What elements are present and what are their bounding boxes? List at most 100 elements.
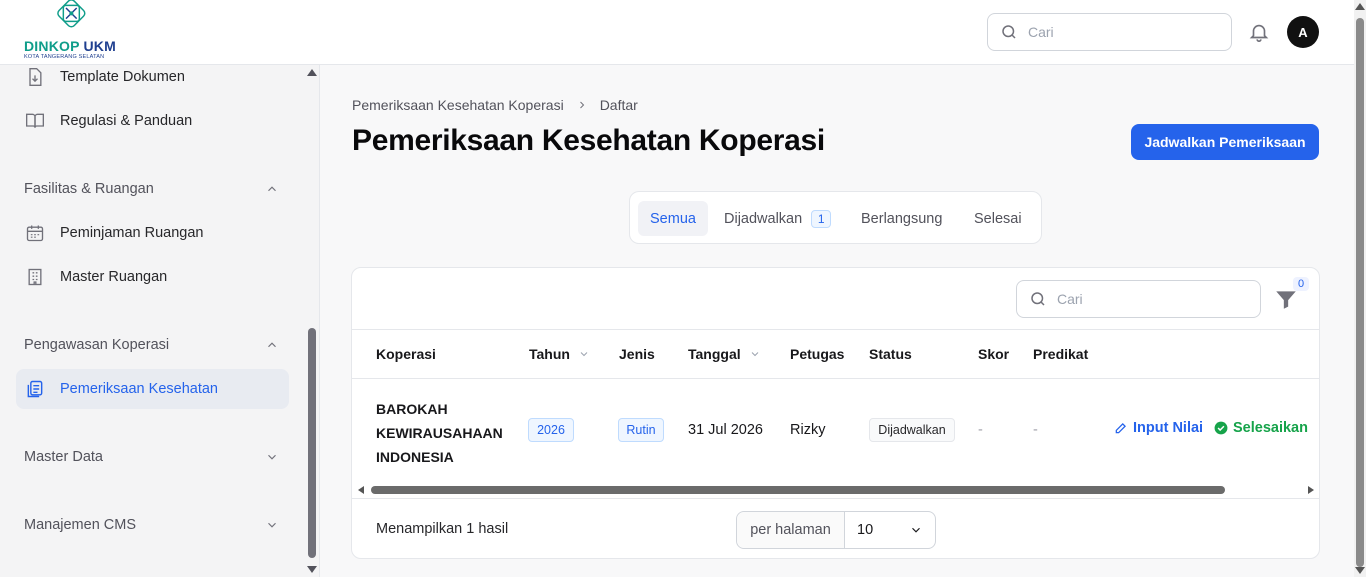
tab-label: Semua xyxy=(650,210,696,227)
table-horizontal-scrollbar[interactable] xyxy=(352,483,1319,497)
edit-icon xyxy=(1115,423,1126,434)
tab-count-badge: 1 xyxy=(811,209,832,228)
search-icon xyxy=(1031,292,1045,306)
column-header-label: Jenis xyxy=(619,346,655,362)
column-header-label: Tanggal xyxy=(688,346,741,362)
breadcrumb: Pemeriksaan Kesehatan Koperasi Daftar xyxy=(352,97,638,113)
sidebar-scroll-up-arrow[interactable] xyxy=(307,69,317,76)
tab-label: Berlangsung xyxy=(861,210,943,227)
inspection-table-card: 0 Koperasi Tahun Jenis Tanggal Petugas S… xyxy=(351,267,1320,559)
page-scroll-up-arrow[interactable] xyxy=(1355,3,1365,10)
status-tabs: Semua Dijadwalkan 1 Berlangsung Selesai xyxy=(629,191,1042,244)
table-header: Koperasi Tahun Jenis Tanggal Petugas Sta… xyxy=(352,329,1319,379)
chevron-up-icon xyxy=(268,342,276,348)
column-header-label: Tahun xyxy=(529,346,570,362)
schedule-inspection-button[interactable]: Jadwalkan Pemeriksaan xyxy=(1131,124,1319,160)
sidebar-item-label: Regulasi & Panduan xyxy=(60,113,193,129)
tab-selesai[interactable]: Selesai xyxy=(962,201,1034,236)
sidebar-group-label: Manajemen CMS xyxy=(24,517,137,533)
bell-icon[interactable] xyxy=(1248,21,1270,43)
sidebar-item-label: Peminjaman Ruangan xyxy=(60,225,204,241)
cell-predikat: - xyxy=(1033,422,1038,438)
finish-label: Selesaikan xyxy=(1233,420,1308,436)
page-scrollbar-thumb[interactable] xyxy=(1356,18,1364,567)
scroll-right-arrow[interactable] xyxy=(1308,486,1314,494)
search-icon xyxy=(1002,25,1016,39)
tab-berlangsung[interactable]: Berlangsung xyxy=(849,201,954,236)
column-header-tanggal[interactable]: Tanggal xyxy=(688,346,761,362)
sidebar-item-master-ruangan[interactable]: Master Ruangan xyxy=(16,257,289,297)
tab-semua[interactable]: Semua xyxy=(638,201,708,236)
sidebar-item-template-dokumen[interactable]: Template Dokumen xyxy=(16,57,289,97)
global-search[interactable] xyxy=(987,13,1232,51)
column-header-skor: Skor xyxy=(978,346,1009,362)
sidebar-item-regulasi-panduan[interactable]: Regulasi & Panduan xyxy=(16,101,289,141)
type-badge: Rutin xyxy=(618,418,664,442)
per-page-label: per halaman xyxy=(737,512,845,548)
column-header-status: Status xyxy=(869,346,912,362)
sidebar-scrollbar-thumb[interactable] xyxy=(308,328,316,558)
file-download-icon xyxy=(24,66,46,88)
input-score-button[interactable]: Input Nilai xyxy=(1114,420,1203,436)
filter-count-badge: 0 xyxy=(1293,277,1309,291)
page-title: Pemeriksaan Kesehatan Koperasi xyxy=(352,124,825,157)
table-search-input[interactable] xyxy=(1057,291,1237,307)
year-badge: 2026 xyxy=(528,418,574,442)
table-search[interactable] xyxy=(1016,280,1261,318)
page-scroll-down-arrow[interactable] xyxy=(1355,567,1365,574)
column-header-petugas: Petugas xyxy=(790,346,844,362)
page-scrollbar[interactable] xyxy=(1354,0,1366,577)
calendar-icon xyxy=(24,222,46,244)
sidebar-group-master-data[interactable]: Master Data xyxy=(24,449,279,465)
sidebar-item-pemeriksaan-kesehatan[interactable]: Pemeriksaan Kesehatan xyxy=(16,369,289,409)
per-page-value: 10 xyxy=(857,522,874,538)
sort-chevron-icon xyxy=(751,352,758,357)
avatar[interactable]: A xyxy=(1287,16,1319,48)
tab-dijadwalkan[interactable]: Dijadwalkan 1 xyxy=(712,201,843,236)
sidebar-group-pengawasan[interactable]: Pengawasan Koperasi xyxy=(24,337,279,353)
table-row: BAROKAH KEWIRAUSAHAAN INDONESIA 2026 Rut… xyxy=(352,379,1319,483)
cell-koperasi: BAROKAH KEWIRAUSAHAAN INDONESIA xyxy=(376,401,503,465)
brand-name: DINKOP UKM xyxy=(24,38,116,54)
chevron-down-icon xyxy=(268,454,276,460)
sidebar-group-label: Pengawasan Koperasi xyxy=(24,337,170,353)
chevron-up-icon xyxy=(268,186,276,192)
cell-skor: - xyxy=(978,422,983,438)
building-icon xyxy=(24,266,46,288)
horizontal-scrollbar-thumb[interactable] xyxy=(371,486,1225,494)
column-header-label: Skor xyxy=(978,346,1010,362)
sidebar-group-fasilitas[interactable]: Fasilitas & Ruangan xyxy=(24,181,279,197)
sidebar-scroll-down-arrow[interactable] xyxy=(307,566,317,573)
sidebar-item-label: Master Ruangan xyxy=(60,269,168,285)
result-count-text: Menampilkan 1 hasil xyxy=(376,521,509,537)
sort-chevron-icon xyxy=(580,352,588,357)
cell-petugas: Rizky xyxy=(790,422,826,438)
column-header-label: Status xyxy=(869,346,912,362)
per-page-select[interactable]: per halaman 10 xyxy=(736,511,936,549)
check-circle-icon xyxy=(1214,421,1228,435)
finish-button[interactable]: Selesaikan xyxy=(1214,420,1308,436)
sidebar: Template Dokumen Regulasi & Panduan Fasi… xyxy=(0,65,320,577)
chevron-right-icon xyxy=(579,101,584,109)
brand-name-part2: UKM xyxy=(83,38,116,54)
sidebar-item-peminjaman-ruangan[interactable]: Peminjaman Ruangan xyxy=(16,213,289,253)
top-bar: DINKOP UKM KOTA TANGERANG SELATAN A xyxy=(0,0,1354,65)
dinkop-logo-icon[interactable] xyxy=(24,0,124,40)
column-header-jenis: Jenis xyxy=(619,346,655,362)
column-header-label: Petugas xyxy=(790,346,845,362)
sidebar-group-manajemen-cms[interactable]: Manajemen CMS xyxy=(24,517,279,533)
column-header-label: Koperasi xyxy=(376,346,436,362)
per-page-dropdown[interactable]: 10 xyxy=(845,512,935,548)
clipboard-icon xyxy=(24,378,46,400)
column-header-koperasi: Koperasi xyxy=(376,346,436,362)
breadcrumb-parent[interactable]: Pemeriksaan Kesehatan Koperasi xyxy=(352,97,564,113)
global-search-input[interactable] xyxy=(1028,24,1208,40)
sidebar-group-label: Master Data xyxy=(24,449,103,465)
cell-tanggal: 31 Jul 2026 xyxy=(688,422,763,438)
column-header-label: Predikat xyxy=(1033,346,1089,362)
sidebar-item-label: Pemeriksaan Kesehatan xyxy=(60,381,218,397)
input-score-label: Input Nilai xyxy=(1133,420,1204,436)
brand-name-part1: DINKOP xyxy=(24,38,80,54)
column-header-tahun[interactable]: Tahun xyxy=(529,346,590,362)
scroll-left-arrow[interactable] xyxy=(358,486,364,494)
